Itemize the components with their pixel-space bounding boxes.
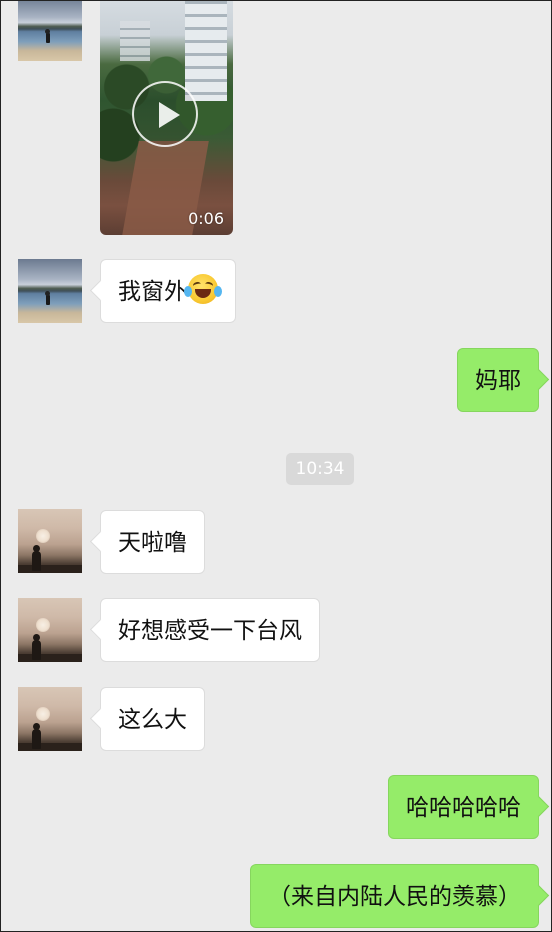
- avatar-horizon: [18, 654, 82, 662]
- video-thumbnail-building: [185, 1, 227, 101]
- contact-avatar[interactable]: [18, 1, 82, 61]
- tears-of-joy-emoji-icon: [184, 274, 222, 304]
- message-text: 妈耶: [475, 368, 521, 394]
- avatar-horizon: [18, 743, 82, 751]
- play-icon[interactable]: [132, 81, 198, 147]
- contact-avatar[interactable]: [18, 598, 82, 662]
- contact-avatar[interactable]: [18, 509, 82, 573]
- message-text: 天啦噜: [118, 530, 187, 556]
- message-text: （来自内陆人民的羡慕）: [268, 884, 521, 910]
- incoming-message[interactable]: 天啦噜: [100, 510, 205, 574]
- outgoing-message[interactable]: 哈哈哈哈哈: [388, 775, 539, 839]
- avatar-person: [45, 291, 50, 305]
- video-message[interactable]: 0:06: [100, 1, 233, 235]
- avatar-silhouette: [32, 545, 41, 571]
- avatar-silhouette: [32, 723, 41, 749]
- video-duration: 0:06: [188, 209, 224, 228]
- message-text: 我窗外: [118, 279, 187, 305]
- message-text: 这么大: [118, 707, 187, 733]
- avatar-silhouette: [32, 634, 41, 660]
- timestamp-badge: 10:34: [286, 453, 354, 485]
- incoming-message[interactable]: 好想感受一下台风: [100, 598, 320, 662]
- message-text: 哈哈哈哈哈: [406, 795, 521, 821]
- incoming-message[interactable]: 我窗外: [100, 259, 236, 323]
- avatar-sun: [36, 618, 50, 632]
- chat-window: 0:06 我窗外 妈耶 10:34 天啦噜 好想感受一下台风 这么大 哈哈哈哈哈…: [0, 0, 552, 932]
- video-thumbnail-building: [120, 21, 150, 61]
- incoming-message[interactable]: 这么大: [100, 687, 205, 751]
- outgoing-message[interactable]: 妈耶: [457, 348, 539, 412]
- message-text: 好想感受一下台风: [118, 618, 302, 644]
- avatar-horizon: [18, 565, 82, 573]
- avatar-sun: [36, 529, 50, 543]
- avatar-sun: [36, 707, 50, 721]
- contact-avatar[interactable]: [18, 259, 82, 323]
- outgoing-message[interactable]: （来自内陆人民的羡慕）: [250, 864, 539, 928]
- contact-avatar[interactable]: [18, 687, 82, 751]
- avatar-person: [45, 29, 50, 43]
